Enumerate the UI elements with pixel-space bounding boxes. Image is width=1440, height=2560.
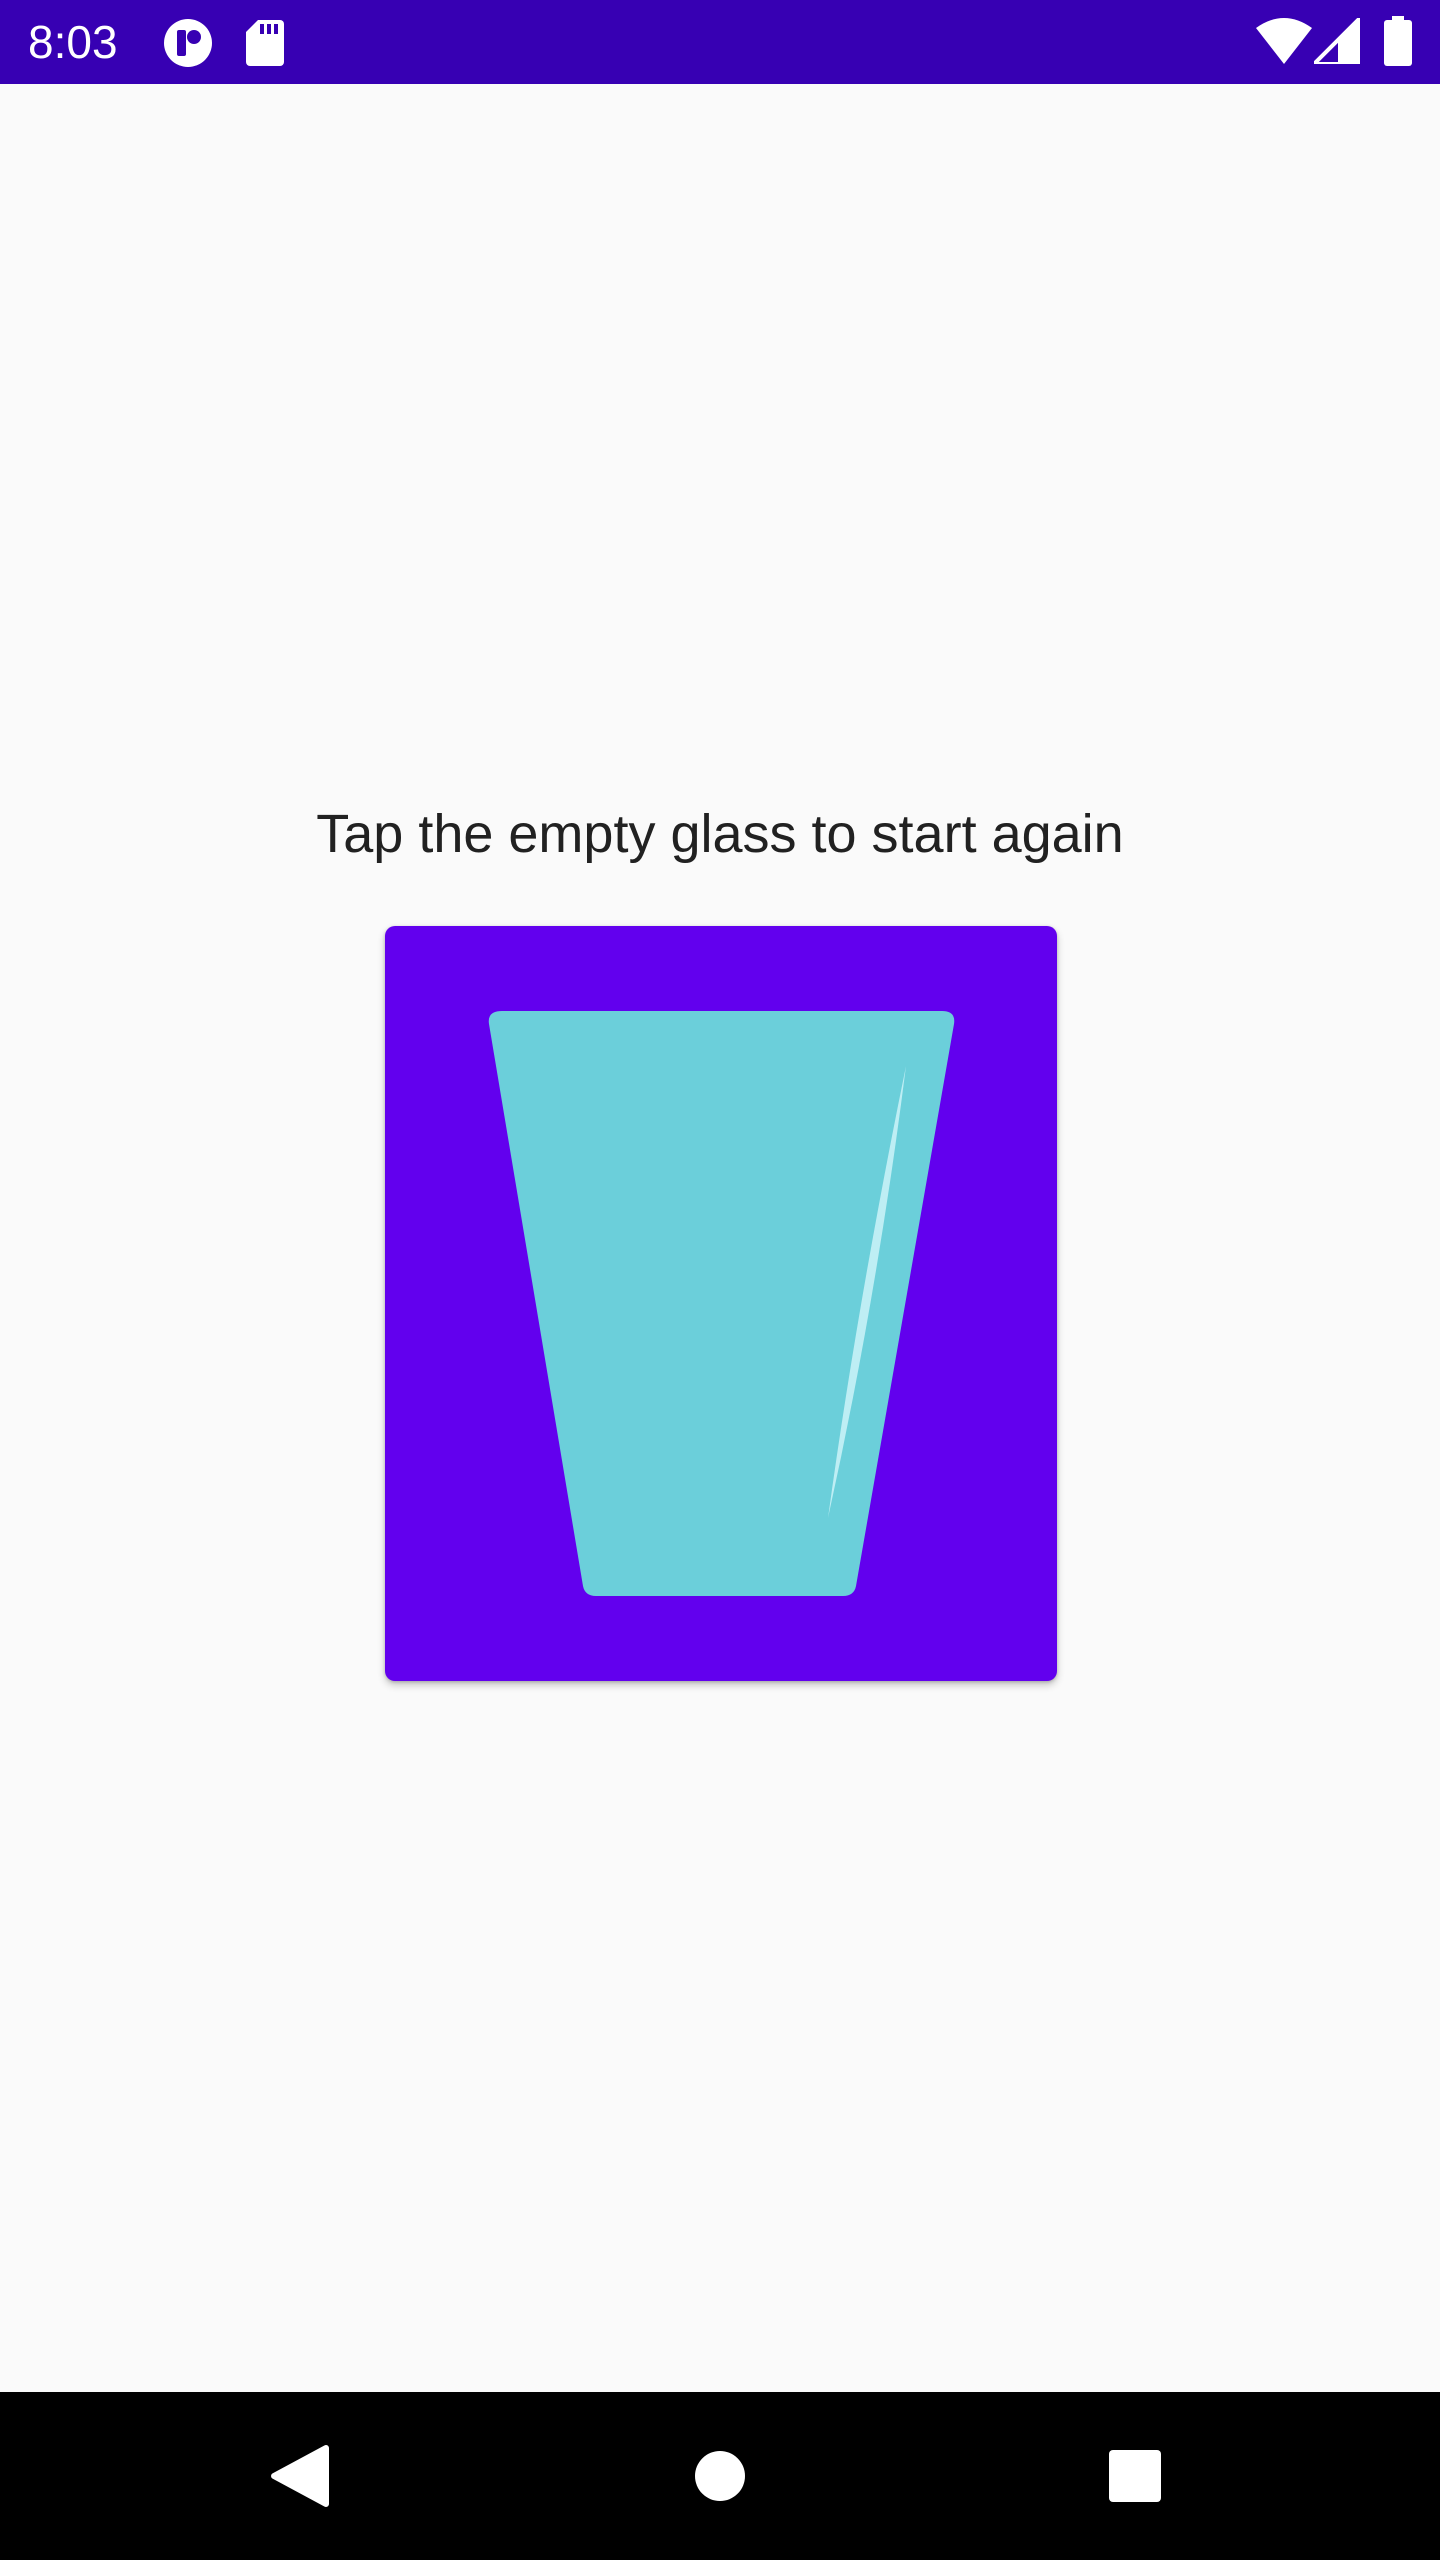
back-button[interactable] [216, 2392, 384, 2560]
home-button[interactable] [636, 2392, 804, 2560]
signal-icon [1314, 18, 1360, 64]
back-icon [271, 2445, 329, 2507]
empty-glass-icon [488, 1011, 955, 1596]
navigation-bar [0, 2392, 1440, 2560]
home-icon [695, 2451, 745, 2501]
battery-icon [1384, 16, 1412, 66]
wifi-icon [1256, 18, 1312, 64]
prompt-text: Tap the empty glass to start again [316, 804, 1124, 864]
sd-card-icon [246, 20, 284, 66]
recents-button[interactable] [1051, 2392, 1219, 2560]
app-screen: 8:03 Tap the empty glass to start again [0, 0, 1440, 2560]
recents-icon [1109, 2450, 1161, 2502]
status-time: 8:03 [28, 16, 118, 68]
status-bar: 8:03 [0, 0, 1440, 84]
empty-glass-button[interactable] [385, 926, 1057, 1681]
app-notification-icon [164, 19, 212, 67]
